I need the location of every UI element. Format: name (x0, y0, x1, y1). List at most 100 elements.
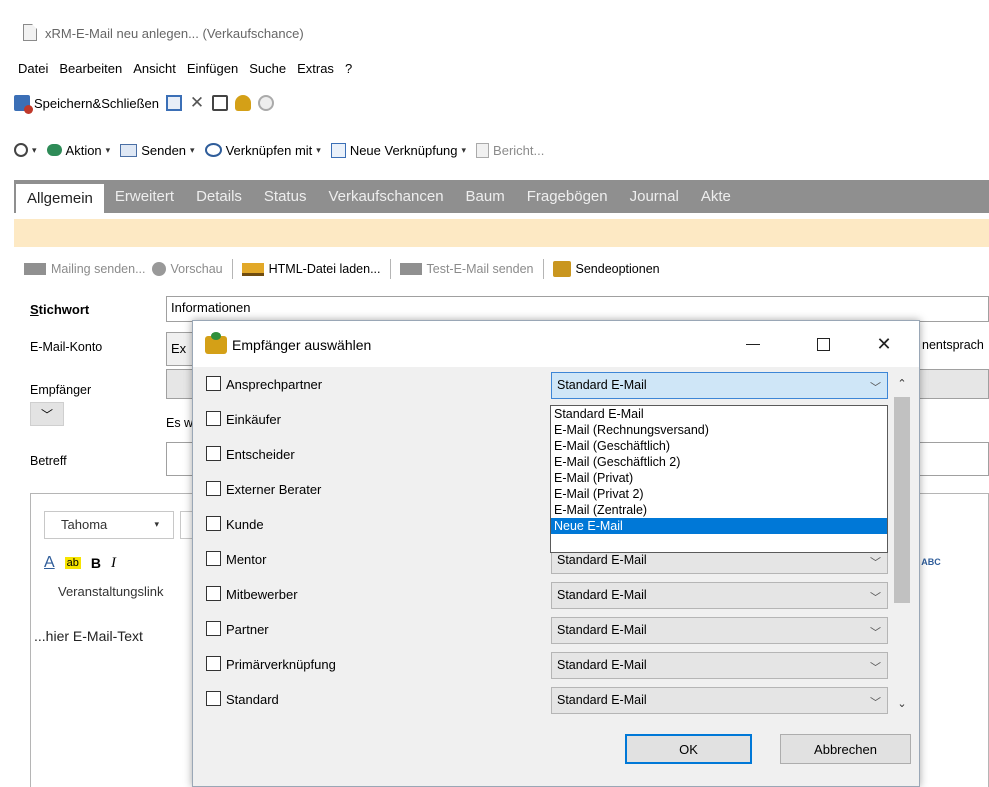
primaerverknuepfung-label: Primärverknüpfung (226, 657, 336, 672)
dropdown-option[interactable]: E-Mail (Geschäftlich) (551, 438, 887, 454)
tab-journal[interactable]: Journal (619, 180, 690, 213)
link-label: Verknüpfen mit (225, 142, 313, 158)
minimize-button[interactable] (730, 329, 776, 359)
close-icon[interactable]: ✕ (861, 329, 907, 359)
kunde-checkbox[interactable] (206, 516, 221, 531)
einkaeufer-checkbox[interactable] (206, 411, 221, 426)
tab-frageboegen[interactable]: Fragebögen (516, 180, 619, 213)
maximize-button[interactable] (800, 329, 846, 359)
scroll-thumb[interactable] (894, 397, 910, 603)
menu-bearbeiten[interactable]: Bearbeiten (55, 61, 129, 76)
load-html-label: HTML-Datei laden... (268, 262, 381, 276)
menu-extras[interactable]: Extras (293, 61, 341, 76)
list-item: Standard Standard E-Mail ﹀ (193, 682, 919, 716)
subject-label: Betreff (30, 454, 67, 468)
test-mail-icon (399, 263, 422, 275)
ok-button[interactable]: OK (625, 734, 752, 764)
ansprechpartner-email-select[interactable]: Standard E-Mail ﹀ (551, 372, 888, 399)
partner-email-select[interactable]: Standard E-Mail ﹀ (551, 617, 888, 644)
list-item: Partner Standard E-Mail ﹀ (193, 612, 919, 646)
chevron-down-icon: ﹀ (40, 407, 53, 422)
dialog-title: Empfänger auswählen (232, 337, 372, 353)
test-mail-button[interactable]: Test-E-Mail senden (399, 262, 534, 276)
recipients-icon (205, 332, 227, 354)
delete-icon[interactable]: ✕ (189, 94, 205, 111)
italic-button[interactable]: I (111, 555, 116, 572)
expand-recipient-button[interactable]: ﹀ (30, 402, 64, 426)
reminder-button[interactable]: ▾ (14, 143, 37, 157)
menu-datei[interactable]: Datei (14, 61, 55, 76)
tab-allgemein[interactable]: Allgemein (16, 184, 104, 213)
tab-verkaufschancen[interactable]: Verkaufschancen (317, 180, 454, 213)
send-button[interactable]: Senden ▾ (120, 143, 195, 158)
folder-icon (241, 262, 264, 276)
menu-einfuegen[interactable]: Einfügen (183, 61, 245, 76)
report-button[interactable]: Bericht... (476, 142, 544, 158)
dropdown-option[interactable]: E-Mail (Rechnungsversand) (551, 422, 887, 438)
dialog-scrollbar[interactable]: ⌃ ⌄ (892, 375, 912, 711)
chevron-down-icon: ▾ (105, 144, 111, 155)
chevron-down-icon: ▾ (190, 144, 195, 155)
link-with-button[interactable]: Verknüpfen mit ▾ (204, 142, 321, 158)
standard-email-select[interactable]: Standard E-Mail ﹀ (551, 687, 888, 714)
tab-erweitert[interactable]: Erweitert (104, 180, 185, 213)
font-size-select[interactable] (180, 511, 192, 539)
load-html-button[interactable]: HTML-Datei laden... (241, 262, 381, 276)
menu-ansicht[interactable]: Ansicht (129, 61, 183, 76)
mail-body-text[interactable]: ...hier E-Mail-Text (34, 628, 143, 644)
dropdown-option[interactable]: Standard E-Mail (551, 406, 887, 422)
send-mailing-button[interactable]: Mailing senden... (24, 262, 146, 276)
dropdown-option[interactable]: E-Mail (Zentrale) (551, 502, 887, 518)
font-select[interactable]: Tahoma ▾ (44, 511, 174, 539)
primaerverknuepfung-email-select[interactable]: Standard E-Mail ﹀ (551, 652, 888, 679)
mailing-toolbar: Mailing senden... Vorschau HTML-Datei la… (24, 255, 660, 283)
highlight-button[interactable]: ab (64, 557, 81, 569)
ansprechpartner-checkbox[interactable] (206, 376, 221, 391)
person-disabled-icon[interactable] (258, 95, 275, 111)
tab-status[interactable]: Status (253, 180, 318, 213)
link-icon (204, 143, 222, 157)
mitbewerber-label: Mitbewerber (226, 587, 298, 602)
send-options-button[interactable]: Sendeoptionen (552, 261, 660, 277)
externer-berater-label: Externer Berater (226, 482, 322, 497)
scroll-down-icon[interactable]: ⌄ (892, 695, 912, 713)
menu-suche[interactable]: Suche (245, 61, 293, 76)
preview-button[interactable]: Vorschau (151, 262, 223, 276)
externer-berater-checkbox[interactable] (206, 481, 221, 496)
dropdown-option-highlighted[interactable]: Neue E-Mail (551, 518, 887, 534)
tab-details[interactable]: Details (185, 180, 253, 213)
menu-bar: Datei Bearbeiten Ansicht Einfügen Suche … (14, 57, 989, 79)
contacts-icon[interactable] (235, 95, 252, 111)
save-icon[interactable] (166, 95, 183, 111)
event-link-button[interactable]: Veranstaltungslink (58, 584, 164, 599)
cancel-button[interactable]: Abbrechen (780, 734, 911, 764)
dropdown-option[interactable]: E-Mail (Privat) (551, 470, 887, 486)
scroll-up-icon[interactable]: ⌃ (892, 375, 912, 393)
entscheider-checkbox[interactable] (206, 446, 221, 461)
action-button[interactable]: Aktion ▾ (46, 143, 111, 158)
mitbewerber-checkbox[interactable] (206, 586, 221, 601)
primaerverknuepfung-checkbox[interactable] (206, 656, 221, 671)
chevron-down-icon: ﹀ (870, 627, 881, 639)
standard-checkbox[interactable] (206, 691, 221, 706)
preview-label: Vorschau (170, 262, 223, 276)
print-icon[interactable] (212, 95, 229, 111)
new-link-button[interactable]: Neue Verknüpfung ▾ (330, 142, 466, 158)
mentor-checkbox[interactable] (206, 551, 221, 566)
save-close-button[interactable]: Speichern&Schließen (14, 95, 159, 114)
tab-akte[interactable]: Akte (690, 180, 742, 213)
partner-checkbox[interactable] (206, 621, 221, 636)
mailing-icon (24, 263, 46, 275)
stichwort-label: Stichwort (30, 302, 90, 317)
dropdown-option[interactable]: E-Mail (Privat 2) (551, 486, 887, 502)
bold-button[interactable]: B (91, 555, 101, 571)
chevron-down-icon: ﹀ (870, 557, 881, 569)
mitbewerber-email-select[interactable]: Standard E-Mail ﹀ (551, 582, 888, 609)
spellcheck-icon[interactable]: ABC (920, 550, 942, 574)
font-color-button[interactable]: A (44, 554, 55, 572)
notice-bar (14, 219, 989, 247)
tab-baum[interactable]: Baum (455, 180, 516, 213)
stichwort-input[interactable]: Informationen (166, 296, 989, 322)
menu-help[interactable]: ? (341, 61, 359, 76)
dropdown-option[interactable]: E-Mail (Geschäftlich 2) (551, 454, 887, 470)
